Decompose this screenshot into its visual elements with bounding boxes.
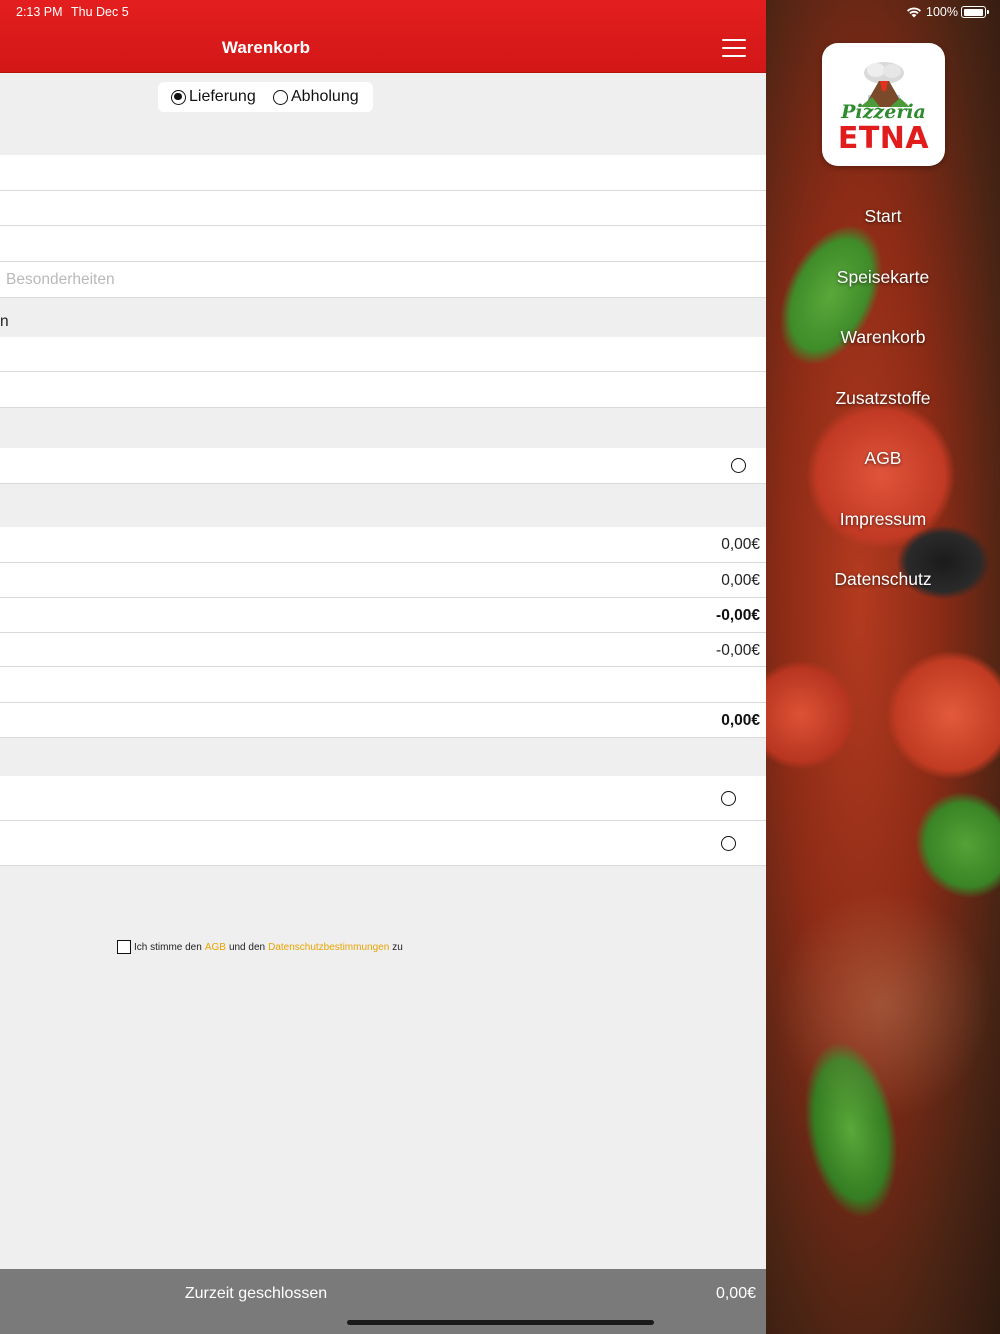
payment-option-1[interactable] (0, 776, 766, 821)
contact-field-1[interactable] (0, 337, 766, 372)
pizzeria-logo[interactable]: Pizzeria ETNA (822, 43, 945, 166)
navigation-bar: 2:13 PM Thu Dec 5 Warenkorb (0, 0, 766, 73)
cart-panel: 2:13 PM Thu Dec 5 Warenkorb Lieferung Ab… (0, 0, 766, 1334)
menu-item-impressum[interactable]: Impressum (766, 509, 1000, 530)
totals-amount-1: 0,00€ (721, 536, 760, 553)
notes-placeholder: Besonderheiten (6, 271, 115, 288)
hamburger-menu-icon[interactable] (722, 39, 746, 57)
tomato-slice-decoration (886, 650, 1000, 780)
order-type-pickup[interactable]: Abholung (273, 88, 359, 106)
logo-script-text: Pizzeria (841, 101, 926, 123)
order-type-pickup-label: Abholung (291, 88, 359, 105)
totals-row-1: 0,00€ (0, 527, 766, 563)
status-date: Thu Dec 5 (71, 5, 129, 19)
battery-icon (961, 6, 989, 18)
section-label: n (0, 313, 9, 330)
totals-row-5 (0, 667, 766, 703)
notes-field[interactable]: Besonderheiten (0, 262, 766, 298)
totals-amount-3: -0,00€ (716, 607, 760, 624)
menu-item-speisekarte[interactable]: Speisekarte (766, 267, 1000, 288)
radio-selected-icon (171, 89, 186, 105)
total-amount: 0,00€ (721, 712, 760, 729)
agb-link[interactable]: AGB (205, 942, 226, 953)
totals-amount-2: 0,00€ (721, 572, 760, 589)
contact-field-2[interactable] (0, 372, 766, 408)
terms-middle: und den (228, 941, 266, 953)
total-row: 0,00€ (0, 703, 766, 738)
basil-leaf-decoration (766, 208, 904, 382)
home-indicator[interactable] (347, 1320, 654, 1325)
terms-consent: Ich stimme den AGB und den Datenschutzbe… (117, 940, 403, 954)
shop-status: Zurzeit geschlossen (184, 1285, 328, 1302)
status-time: 2:13 PM (16, 5, 63, 19)
order-type-selector: Lieferung Abholung (158, 82, 373, 112)
address-field-1[interactable] (0, 155, 766, 191)
radio-unselected-icon[interactable] (721, 791, 736, 806)
totals-row-4: -0,00€ (0, 633, 766, 667)
terms-suffix: zu (392, 941, 403, 953)
cheese-decoration (766, 880, 1000, 1130)
address-field-3[interactable] (0, 226, 766, 262)
totals-amount-4: -0,00€ (716, 642, 760, 659)
page-title: Warenkorb (221, 38, 311, 57)
option-row[interactable] (0, 448, 766, 484)
side-menu: 100% Pizzeria ETNA Start Speisekarte War… (766, 0, 1000, 1334)
tomato-slice-decoration (766, 660, 856, 770)
totals-row-3: -0,00€ (0, 598, 766, 633)
order-type-delivery[interactable]: Lieferung (171, 88, 256, 106)
battery-percentage: 100% (926, 5, 958, 19)
payment-option-2[interactable] (0, 821, 766, 866)
terms-prefix: Ich stimme den (134, 941, 202, 953)
radio-unselected-icon (273, 89, 288, 105)
totals-row-2: 0,00€ (0, 563, 766, 598)
menu-item-start[interactable]: Start (766, 206, 1000, 227)
privacy-link[interactable]: Datenschutzbestimmungen (268, 942, 389, 953)
radio-unselected-icon[interactable] (731, 458, 746, 473)
menu-item-datenschutz[interactable]: Datenschutz (766, 569, 1000, 590)
wifi-icon (907, 7, 921, 18)
logo-brand-text: ETNA (837, 121, 930, 156)
radio-unselected-icon[interactable] (721, 836, 736, 851)
menu-item-zusatzstoffe[interactable]: Zusatzstoffe (766, 388, 1000, 409)
terms-checkbox[interactable] (117, 940, 131, 954)
order-type-delivery-label: Lieferung (189, 88, 256, 105)
address-field-2[interactable] (0, 191, 766, 226)
menu-item-agb[interactable]: AGB (766, 448, 1000, 469)
menu-item-warenkorb[interactable]: Warenkorb (766, 327, 1000, 348)
cart-total: 0,00€ (715, 1285, 756, 1302)
